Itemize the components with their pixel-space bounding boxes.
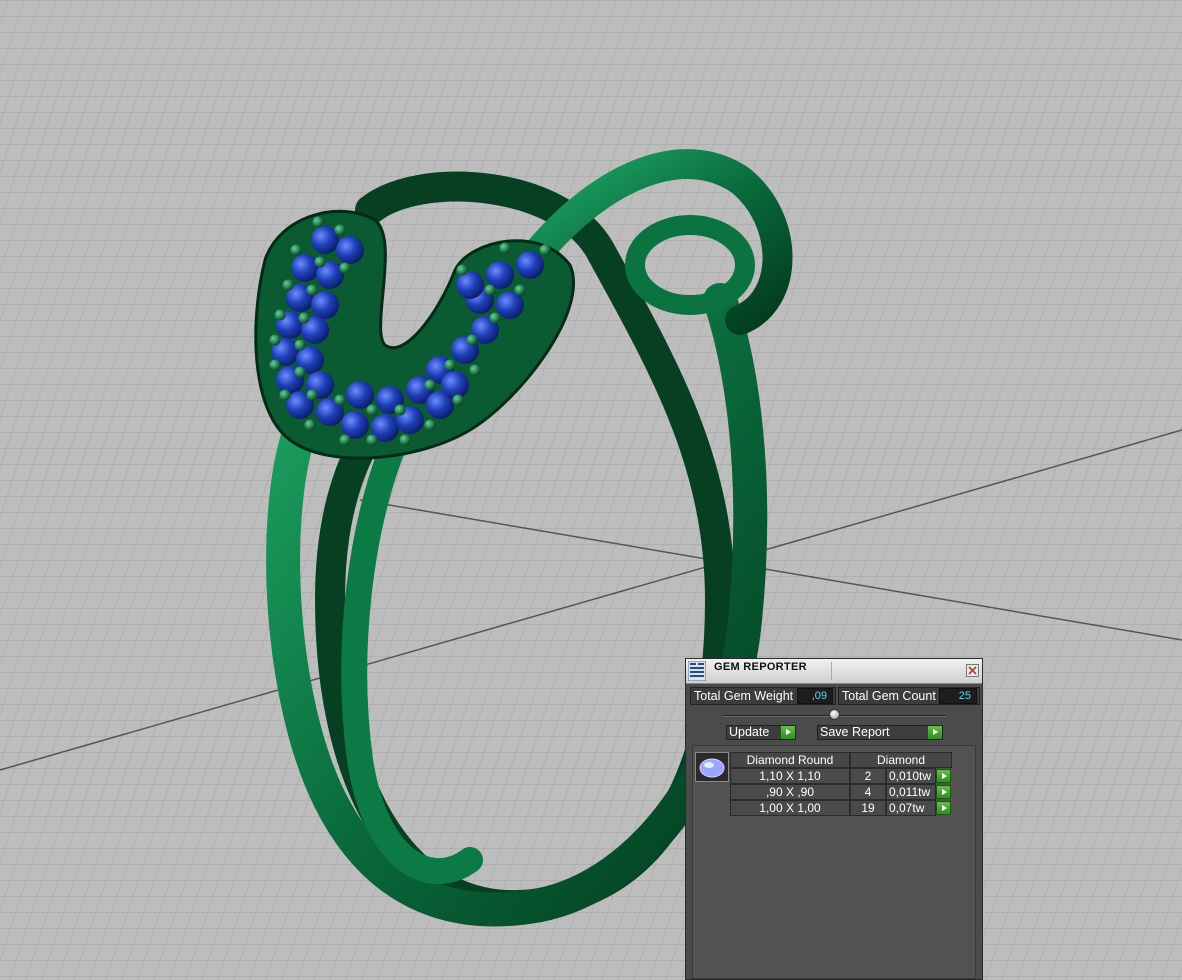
prong-bead — [290, 244, 302, 256]
title-divider — [831, 662, 832, 680]
gem-list[interactable]: Diamond Round Diamond 1,10 X 1,10 2 0,01… — [692, 745, 976, 979]
prong-bead — [279, 389, 291, 401]
panel-titlebar[interactable]: GEM REPORTER — [686, 659, 982, 684]
prong-bead — [269, 359, 281, 371]
gem-size: ,90 X ,90 — [730, 784, 850, 800]
row-go-button[interactable] — [936, 785, 951, 799]
gem-size: 1,00 X 1,00 — [730, 800, 850, 816]
prong-bead — [298, 312, 310, 324]
total-gem-weight-field: Total Gem Weight ,09 — [690, 687, 836, 705]
gem-size: 1,10 X 1,10 — [730, 768, 850, 784]
prong-bead — [339, 434, 351, 446]
prong-bead — [366, 434, 378, 446]
panel-slider-knob[interactable] — [829, 709, 840, 720]
prong-bead — [399, 434, 411, 446]
prong-bead — [274, 309, 286, 321]
grid-floor — [0, 0, 1182, 980]
prong-bead — [424, 419, 436, 431]
shape-header: Diamond Round — [730, 752, 850, 768]
3d-viewport[interactable] — [0, 0, 1182, 980]
close-button[interactable] — [966, 664, 979, 677]
row-go-button[interactable] — [936, 801, 951, 815]
pave-gem — [456, 271, 484, 299]
material-header: Diamond — [850, 752, 952, 768]
prong-bead — [334, 224, 346, 236]
prong-bead — [456, 264, 468, 276]
gem-weight: 0,07tw — [886, 800, 936, 816]
prong-bead — [539, 244, 551, 256]
prong-bead — [444, 359, 456, 371]
prong-bead — [394, 404, 406, 416]
panel-title: GEM REPORTER — [714, 661, 807, 673]
gem-reporter-panel[interactable]: GEM REPORTER Total Gem Weight ,09 Total … — [685, 658, 983, 980]
total-gem-weight-value: ,09 — [797, 688, 833, 704]
prong-bead — [269, 334, 281, 346]
gem-count: 2 — [850, 768, 886, 784]
total-gem-count-label: Total Gem Count — [842, 689, 936, 703]
row-go-button[interactable] — [936, 769, 951, 783]
play-arrow-icon — [780, 726, 795, 739]
prong-bead — [452, 394, 464, 406]
prong-bead — [306, 284, 318, 296]
gem-count: 19 — [850, 800, 886, 816]
prong-bead — [334, 394, 346, 406]
prong-bead — [294, 366, 306, 378]
prong-bead — [366, 404, 378, 416]
pave-gem — [516, 251, 544, 279]
gem-weight: 0,011tw — [886, 784, 936, 800]
prong-bead — [499, 242, 511, 254]
gem-reporter-icon — [688, 661, 706, 681]
prong-bead — [424, 379, 436, 391]
pave-gem — [291, 254, 319, 282]
total-gem-count-value: 25 — [939, 688, 977, 704]
save-report-button[interactable]: Save Report — [817, 725, 943, 740]
pave-gem — [336, 236, 364, 264]
prong-bead — [484, 284, 496, 296]
prong-bead — [312, 216, 324, 228]
prong-bead — [306, 389, 318, 401]
play-arrow-icon — [927, 726, 942, 739]
pave-gem — [346, 381, 374, 409]
prong-bead — [466, 334, 478, 346]
update-label: Update — [729, 725, 770, 739]
prong-bead — [294, 339, 306, 351]
update-button[interactable]: Update — [726, 725, 796, 740]
gem-weight: 0,010tw — [886, 768, 936, 784]
prong-bead — [514, 284, 526, 296]
oval-gem-icon[interactable] — [695, 752, 729, 782]
save-report-label: Save Report — [820, 725, 890, 739]
pave-gem — [311, 291, 339, 319]
close-icon — [968, 666, 977, 675]
total-gem-count-field: Total Gem Count 25 — [838, 687, 980, 705]
pave-gem — [441, 371, 469, 399]
gem-count: 4 — [850, 784, 886, 800]
prong-bead — [304, 419, 316, 431]
prong-bead — [282, 279, 294, 291]
total-gem-weight-label: Total Gem Weight — [694, 689, 794, 703]
prong-bead — [469, 364, 481, 376]
prong-bead — [314, 256, 326, 268]
prong-bead — [489, 312, 501, 324]
prong-bead — [339, 262, 351, 274]
oval-gem-graphic — [699, 758, 725, 778]
